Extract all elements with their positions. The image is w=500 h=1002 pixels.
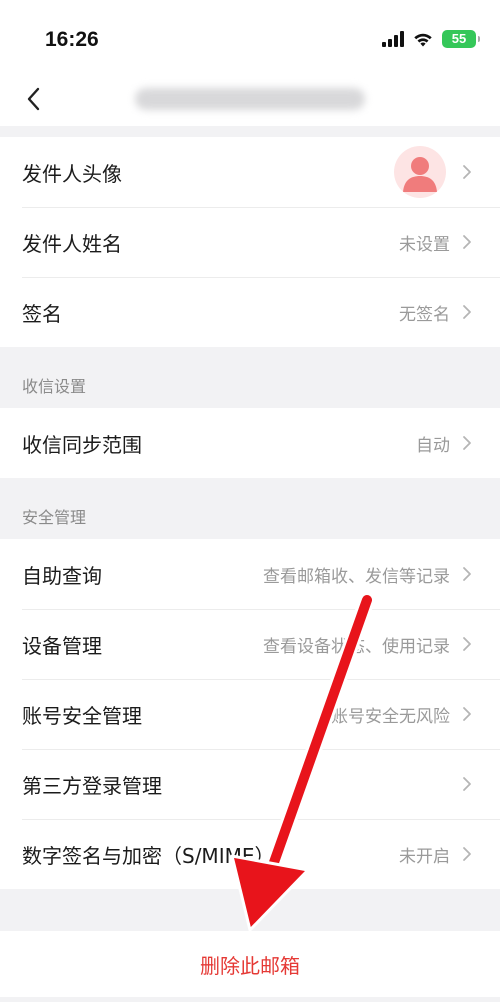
chevron-left-icon[interactable] xyxy=(20,84,50,114)
avatar xyxy=(394,146,446,198)
row-smime[interactable]: 数字签名与加密（S/MIME） 未开启 xyxy=(0,819,500,889)
row-sync-range[interactable]: 收信同步范围 自动 xyxy=(0,408,500,478)
row-signature[interactable]: 签名 无签名 xyxy=(0,277,500,347)
row-sender-avatar[interactable]: 发件人头像 xyxy=(0,137,500,207)
row-value: 查看设备状态、使用记录 xyxy=(263,636,450,657)
row-self-query[interactable]: 自助查询 查看邮箱收、发信等记录 xyxy=(0,539,500,609)
status-bar: 16:26 55 xyxy=(0,0,500,78)
section-title-receive: 收信设置 xyxy=(22,377,87,396)
sender-settings-list: 发件人头像 发件人姓名 未设置 签名 无签名 xyxy=(0,137,500,347)
row-value: 未设置 xyxy=(399,234,450,255)
row-value: 查看邮箱收、发信等记录 xyxy=(263,566,450,587)
row-value: 无签名 xyxy=(399,304,450,325)
row-value: 未开启 xyxy=(399,846,450,867)
chevron-right-icon xyxy=(463,777,471,791)
row-label: 设备管理 xyxy=(22,633,102,658)
row-label: 数字签名与加密（S/MIME） xyxy=(22,843,275,868)
chevron-right-icon xyxy=(463,235,471,249)
page-title-redacted xyxy=(135,88,365,110)
chevron-right-icon xyxy=(463,707,471,721)
section-title-security: 安全管理 xyxy=(22,508,87,527)
wifi-icon xyxy=(414,33,432,46)
row-label: 发件人头像 xyxy=(22,161,122,186)
row-label: 自助查询 xyxy=(22,563,102,588)
user-avatar-icon xyxy=(403,157,437,192)
row-value: 账号安全无风险 xyxy=(331,706,450,727)
row-value: 自动 xyxy=(416,435,450,456)
chevron-right-icon xyxy=(463,305,471,319)
row-label: 账号安全管理 xyxy=(22,703,142,728)
receive-settings-list: 收信同步范围 自动 xyxy=(0,408,500,478)
security-settings-list: 自助查询 查看邮箱收、发信等记录 设备管理 查看设备状态、使用记录 账号安全管理… xyxy=(0,539,500,889)
row-label: 第三方登录管理 xyxy=(22,773,162,798)
chevron-right-icon xyxy=(463,165,471,179)
row-account-security[interactable]: 账号安全管理 账号安全无风险 xyxy=(0,679,500,749)
battery-icon: 55 xyxy=(442,30,480,48)
chevron-right-icon xyxy=(463,637,471,651)
row-device-management[interactable]: 设备管理 查看设备状态、使用记录 xyxy=(0,609,500,679)
chevron-right-icon xyxy=(463,847,471,861)
delete-mailbox-label: 删除此邮箱 xyxy=(200,953,300,978)
row-label: 签名 xyxy=(22,301,62,326)
chevron-right-icon xyxy=(463,567,471,581)
row-third-party-login[interactable]: 第三方登录管理 xyxy=(0,749,500,819)
chevron-right-icon xyxy=(463,436,471,450)
delete-mailbox-button[interactable]: 删除此邮箱 xyxy=(0,931,500,997)
cellular-signal-icon xyxy=(382,31,404,47)
row-sender-name[interactable]: 发件人姓名 未设置 xyxy=(0,207,500,277)
status-icons: 55 xyxy=(382,28,480,50)
row-label: 收信同步范围 xyxy=(22,432,142,457)
status-time: 16:26 xyxy=(45,28,99,51)
nav-bar xyxy=(0,78,500,126)
row-label: 发件人姓名 xyxy=(22,231,122,256)
